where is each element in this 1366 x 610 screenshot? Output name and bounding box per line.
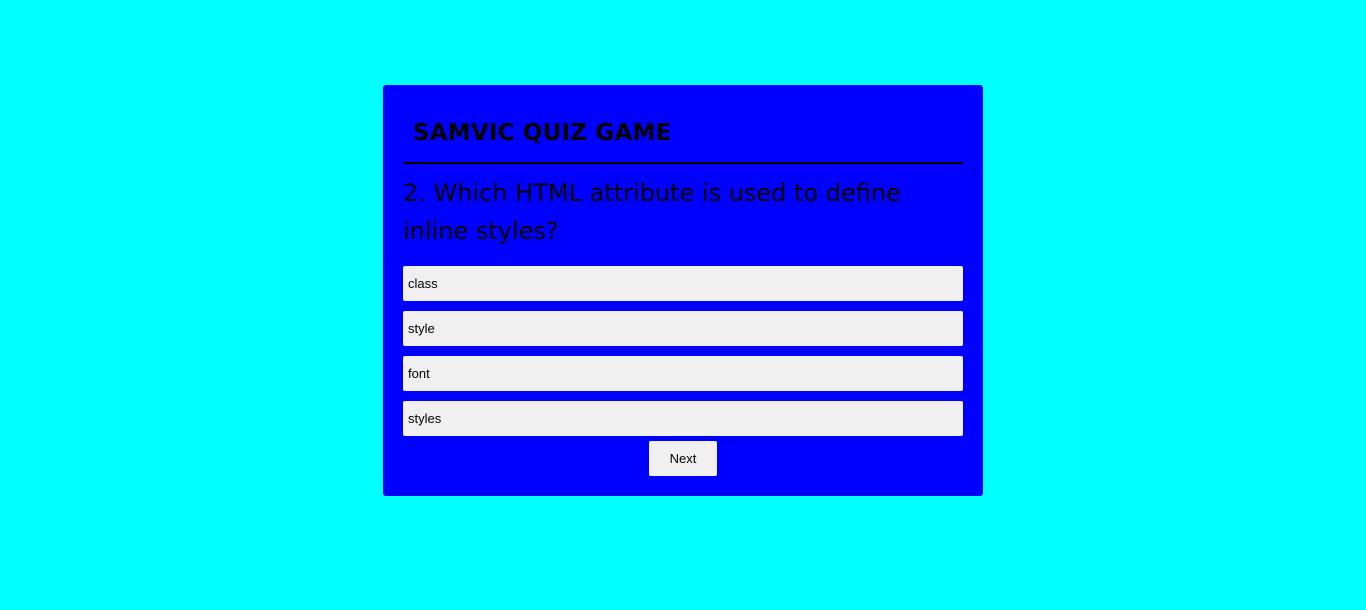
answer-list: class style font styles — [403, 266, 963, 446]
answer-option-styles[interactable]: styles — [403, 401, 963, 436]
answer-option-style[interactable]: style — [403, 311, 963, 346]
quiz-title: SAMVIC QUIZ GAME — [413, 120, 672, 146]
question-text: 2. Which HTML attribute is used to defin… — [403, 179, 901, 245]
quiz-card: SAMVIC QUIZ GAME 2. Which HTML attribute… — [383, 85, 983, 496]
answer-option-font[interactable]: font — [403, 356, 963, 391]
title-divider — [403, 162, 963, 164]
answer-option-class[interactable]: class — [403, 266, 963, 301]
next-button[interactable]: Next — [649, 441, 717, 476]
